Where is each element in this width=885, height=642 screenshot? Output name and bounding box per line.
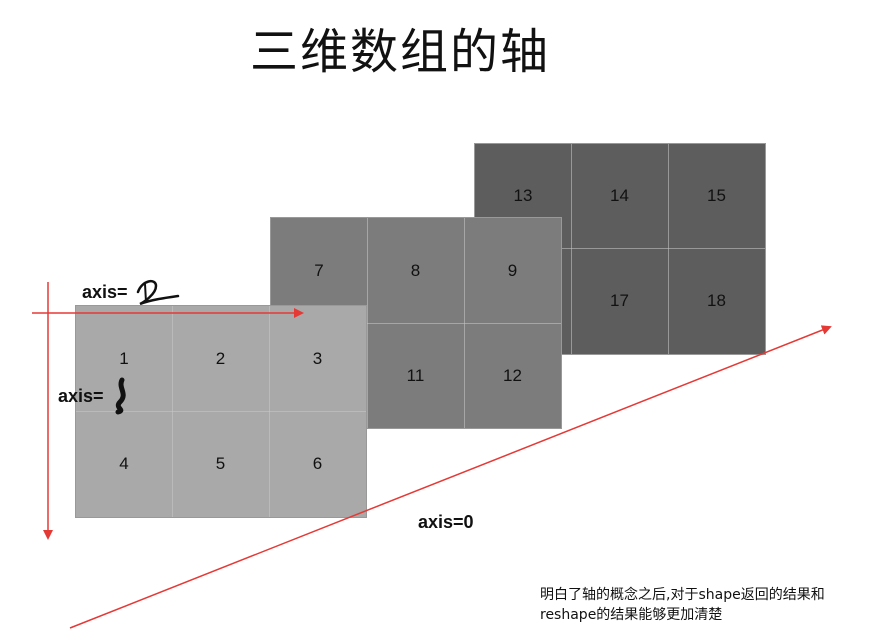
axis2-label: axis= xyxy=(82,282,128,302)
axis0-label: axis=0 xyxy=(418,512,474,532)
axis0-arrow xyxy=(69,325,832,629)
handwritten-1-scribble xyxy=(115,377,126,415)
axis-arrows-overlay xyxy=(32,279,832,629)
explanation-note: 明白了轴的概念之后,对于shape返回的结果和reshape的结果能够更加清楚 xyxy=(540,587,825,623)
axis1-label: axis= xyxy=(58,386,104,406)
handwritten-2-scribble xyxy=(136,279,180,306)
